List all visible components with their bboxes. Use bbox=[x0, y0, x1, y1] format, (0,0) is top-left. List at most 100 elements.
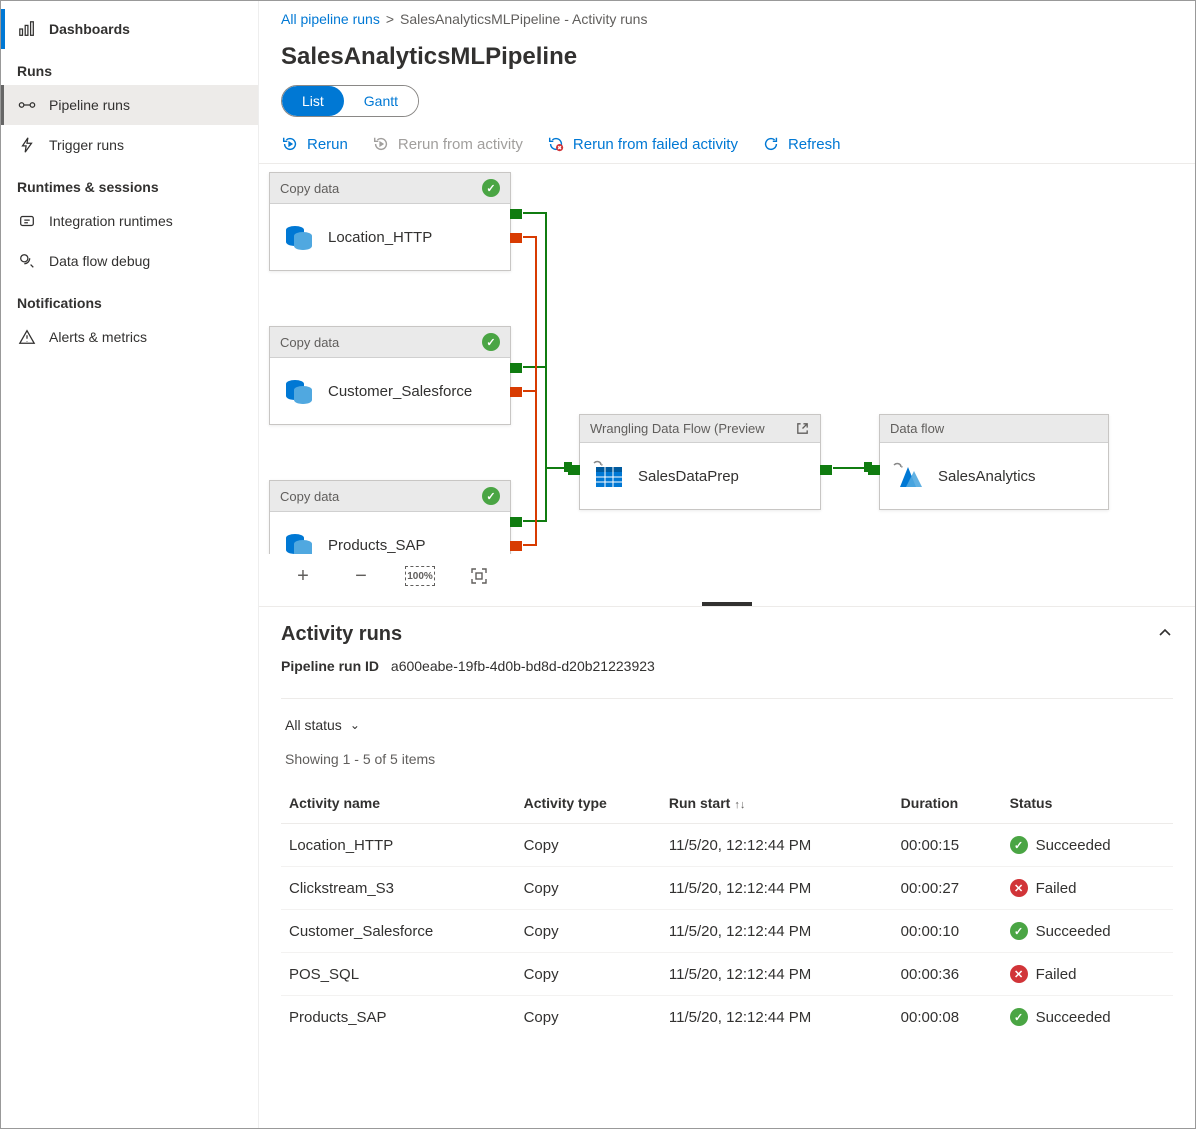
cell-type: Copy bbox=[516, 824, 661, 867]
cell-status: Failed bbox=[1002, 867, 1173, 910]
node-salesanalytics[interactable]: Data flow SalesAnalytics bbox=[879, 414, 1109, 510]
cell-name: Customer_Salesforce bbox=[281, 910, 516, 953]
table-row[interactable]: Location_HTTPCopy11/5/20, 12:12:44 PM00:… bbox=[281, 824, 1173, 867]
zoom-100-button[interactable]: 100% bbox=[405, 566, 435, 586]
showing-count: Showing 1 - 5 of 5 items bbox=[281, 739, 1173, 779]
success-icon bbox=[482, 179, 500, 197]
toggle-list[interactable]: List bbox=[282, 86, 344, 116]
cell-start: 11/5/20, 12:12:44 PM bbox=[661, 996, 893, 1039]
debug-icon bbox=[17, 251, 37, 271]
table-row[interactable]: Products_SAPCopy11/5/20, 12:12:44 PM00:0… bbox=[281, 996, 1173, 1039]
col-activity-name[interactable]: Activity name bbox=[281, 783, 516, 824]
cell-start: 11/5/20, 12:12:44 PM bbox=[661, 824, 893, 867]
node-name: SalesAnalytics bbox=[938, 468, 1036, 485]
cell-name: Clickstream_S3 bbox=[281, 867, 516, 910]
collapse-button[interactable] bbox=[1157, 625, 1173, 644]
chevron-down-icon: ⌄ bbox=[350, 718, 360, 732]
cell-type: Copy bbox=[516, 910, 661, 953]
cell-status: Succeeded bbox=[1002, 996, 1173, 1039]
cell-status: Succeeded bbox=[1002, 824, 1173, 867]
node-name: Customer_Salesforce bbox=[328, 383, 472, 400]
toggle-gantt[interactable]: Gantt bbox=[344, 86, 418, 116]
table-row[interactable]: Customer_SalesforceCopy11/5/20, 12:12:44… bbox=[281, 910, 1173, 953]
cell-start: 11/5/20, 12:12:44 PM bbox=[661, 910, 893, 953]
status-filter[interactable]: All status ⌄ bbox=[281, 711, 364, 739]
node-name: SalesDataPrep bbox=[638, 468, 739, 485]
database-icon bbox=[282, 374, 316, 408]
node-customer-salesforce[interactable]: Copy data Customer_Salesforce bbox=[269, 326, 511, 425]
node-type: Copy data bbox=[280, 489, 339, 504]
col-duration[interactable]: Duration bbox=[893, 783, 1002, 824]
success-icon bbox=[1010, 1008, 1028, 1026]
dashboard-icon bbox=[17, 19, 37, 39]
cell-duration: 00:00:15 bbox=[893, 824, 1002, 867]
page-title: SalesAnalyticsMLPipeline bbox=[259, 37, 1195, 85]
refresh-button[interactable]: Refresh bbox=[762, 135, 841, 153]
database-icon bbox=[282, 220, 316, 254]
refresh-label: Refresh bbox=[788, 136, 841, 153]
node-type: Copy data bbox=[280, 335, 339, 350]
fit-screen-button[interactable] bbox=[465, 562, 493, 590]
dataflow-icon bbox=[892, 459, 926, 493]
col-status[interactable]: Status bbox=[1002, 783, 1173, 824]
sidebar-header-notifications: Notifications bbox=[1, 281, 258, 317]
col-run-start[interactable]: Run start↑↓ bbox=[661, 783, 893, 824]
rerun-failed-label: Rerun from failed activity bbox=[573, 136, 738, 153]
cell-type: Copy bbox=[516, 953, 661, 996]
cell-status: Succeeded bbox=[1002, 910, 1173, 953]
node-type: Wrangling Data Flow (Preview bbox=[590, 421, 765, 436]
node-products-sap[interactable]: Copy data Products_SAP bbox=[269, 480, 511, 554]
main-content: All pipeline runs > SalesAnalyticsMLPipe… bbox=[259, 1, 1195, 1128]
cell-duration: 00:00:08 bbox=[893, 996, 1002, 1039]
node-salesdataprep[interactable]: Wrangling Data Flow (Preview SalesDataPr… bbox=[579, 414, 821, 510]
rerun-from-failed-button[interactable]: Rerun from failed activity bbox=[547, 135, 738, 153]
sidebar: Dashboards Runs Pipeline runs Trigger ru… bbox=[1, 1, 259, 1128]
node-type: Data flow bbox=[890, 421, 944, 436]
activity-title: Activity runs bbox=[281, 623, 402, 646]
sidebar-item-pipeline-runs[interactable]: Pipeline runs bbox=[1, 85, 258, 125]
col-activity-type[interactable]: Activity type bbox=[516, 783, 661, 824]
cell-name: Location_HTTP bbox=[281, 824, 516, 867]
breadcrumb-root[interactable]: All pipeline runs bbox=[281, 11, 380, 27]
node-location-http[interactable]: Copy data Location_HTTP bbox=[269, 172, 511, 271]
zoom-in-button[interactable]: + bbox=[289, 562, 317, 590]
table-icon bbox=[592, 459, 626, 493]
success-icon bbox=[482, 487, 500, 505]
sidebar-item-trigger-runs[interactable]: Trigger runs bbox=[1, 125, 258, 165]
cell-status: Failed bbox=[1002, 953, 1173, 996]
cell-duration: 00:00:36 bbox=[893, 953, 1002, 996]
pipeline-icon bbox=[17, 95, 37, 115]
sort-icon: ↑↓ bbox=[734, 799, 745, 811]
sidebar-item-label: Data flow debug bbox=[49, 253, 150, 269]
fail-icon bbox=[1010, 879, 1028, 897]
cell-duration: 00:00:10 bbox=[893, 910, 1002, 953]
cell-name: POS_SQL bbox=[281, 953, 516, 996]
cell-type: Copy bbox=[516, 996, 661, 1039]
run-id-label: Pipeline run ID bbox=[281, 658, 379, 674]
sidebar-item-integration-runtimes[interactable]: Integration runtimes bbox=[1, 201, 258, 241]
table-row[interactable]: POS_SQLCopy11/5/20, 12:12:44 PM00:00:36F… bbox=[281, 953, 1173, 996]
success-icon bbox=[482, 333, 500, 351]
sidebar-item-alerts[interactable]: Alerts & metrics bbox=[1, 317, 258, 357]
pipeline-canvas[interactable]: Copy data Location_HTTP Copy data Custom… bbox=[259, 164, 1195, 554]
fail-icon bbox=[1010, 965, 1028, 983]
cell-start: 11/5/20, 12:12:44 PM bbox=[661, 867, 893, 910]
runtime-icon bbox=[17, 211, 37, 231]
sidebar-item-label: Dashboards bbox=[49, 21, 130, 37]
sidebar-item-dashboards[interactable]: Dashboards bbox=[1, 9, 258, 49]
cell-type: Copy bbox=[516, 867, 661, 910]
breadcrumb-current: SalesAnalyticsMLPipeline - Activity runs bbox=[400, 11, 647, 27]
success-icon bbox=[1010, 922, 1028, 940]
sidebar-item-label: Integration runtimes bbox=[49, 213, 173, 229]
rerun-label: Rerun bbox=[307, 136, 348, 153]
action-bar: Rerun Rerun from activity Rerun from fai… bbox=[259, 125, 1195, 164]
zoom-out-button[interactable]: − bbox=[347, 562, 375, 590]
table-row[interactable]: Clickstream_S3Copy11/5/20, 12:12:44 PM00… bbox=[281, 867, 1173, 910]
cell-name: Products_SAP bbox=[281, 996, 516, 1039]
sidebar-item-dataflow-debug[interactable]: Data flow debug bbox=[1, 241, 258, 281]
cell-duration: 00:00:27 bbox=[893, 867, 1002, 910]
open-icon[interactable] bbox=[795, 421, 810, 436]
sidebar-header-runs: Runs bbox=[1, 49, 258, 85]
filter-label: All status bbox=[285, 717, 342, 733]
rerun-button[interactable]: Rerun bbox=[281, 135, 348, 153]
